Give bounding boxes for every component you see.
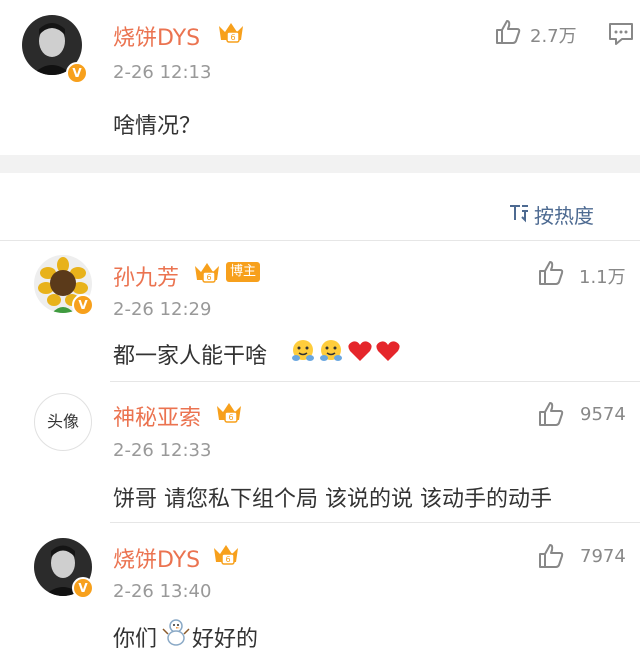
- row-divider: [110, 381, 640, 382]
- post-content: 啥情况？: [113, 114, 202, 139]
- comment-username[interactable]: 孙九芳: [113, 260, 179, 292]
- comment-icon[interactable]: [608, 22, 634, 46]
- thumbs-up-icon[interactable]: [537, 400, 565, 428]
- thumbs-up-icon[interactable]: [494, 18, 522, 46]
- verified-v-icon: V: [72, 294, 94, 316]
- svg-text:6: 6: [206, 273, 211, 282]
- comment-time: 2-26 12:33: [113, 440, 212, 461]
- crown-vip-icon: 6: [217, 403, 241, 423]
- verified-v-icon: V: [72, 577, 94, 599]
- hug-emoji-icon: [320, 340, 342, 361]
- post-username[interactable]: 烧饼DYS: [113, 20, 200, 52]
- row-divider: [110, 522, 640, 523]
- thumbs-up-icon[interactable]: [537, 259, 565, 287]
- comment-avatar[interactable]: 头像: [34, 393, 92, 451]
- comment-username[interactable]: 烧饼DYS: [113, 542, 200, 574]
- comment-content: 都一家人能干啥: [113, 344, 268, 369]
- verified-v-icon: V: [66, 62, 88, 84]
- comment-time: 2-26 13:40: [113, 581, 212, 602]
- post-time: 2-26 12:13: [113, 62, 212, 83]
- sort-by-hot-button[interactable]: 按热度: [534, 200, 594, 229]
- sort-icon[interactable]: [508, 201, 530, 223]
- comment-content-before: 你们: [113, 627, 158, 652]
- heart-emoji-icon: [348, 341, 372, 361]
- crown-vip-icon: 6: [214, 545, 238, 565]
- hug-emoji-icon: [292, 340, 314, 361]
- crown-vip-icon: 6: [219, 23, 243, 43]
- crown-vip-icon: 6: [195, 263, 219, 283]
- author-badge: 博主: [226, 262, 260, 282]
- comment-likes: 7974: [580, 546, 626, 567]
- svg-text:6: 6: [225, 555, 230, 564]
- comment-content: 饼哥 请您私下组个局 该说的说 该动手的动手: [113, 487, 552, 512]
- comment-time: 2-26 12:29: [113, 299, 212, 320]
- thumbs-up-icon[interactable]: [537, 542, 565, 570]
- row-divider: [0, 240, 640, 241]
- comment-likes: 9574: [580, 404, 626, 425]
- post-card: V 烧饼DYS 6 2-26 12:13 啥情况？ 2.7万: [0, 0, 640, 155]
- post-likes: 2.7万: [530, 26, 577, 47]
- section-divider: [0, 155, 640, 173]
- snowman-emoji-icon: [162, 619, 190, 646]
- svg-text:6: 6: [230, 33, 235, 42]
- comment-username[interactable]: 神秘亚索: [113, 400, 201, 432]
- svg-text:6: 6: [228, 413, 233, 422]
- comment-likes: 1.1万: [579, 267, 626, 288]
- heart-emoji-icon: [376, 341, 400, 361]
- comment-content-after: 好好的: [192, 627, 259, 652]
